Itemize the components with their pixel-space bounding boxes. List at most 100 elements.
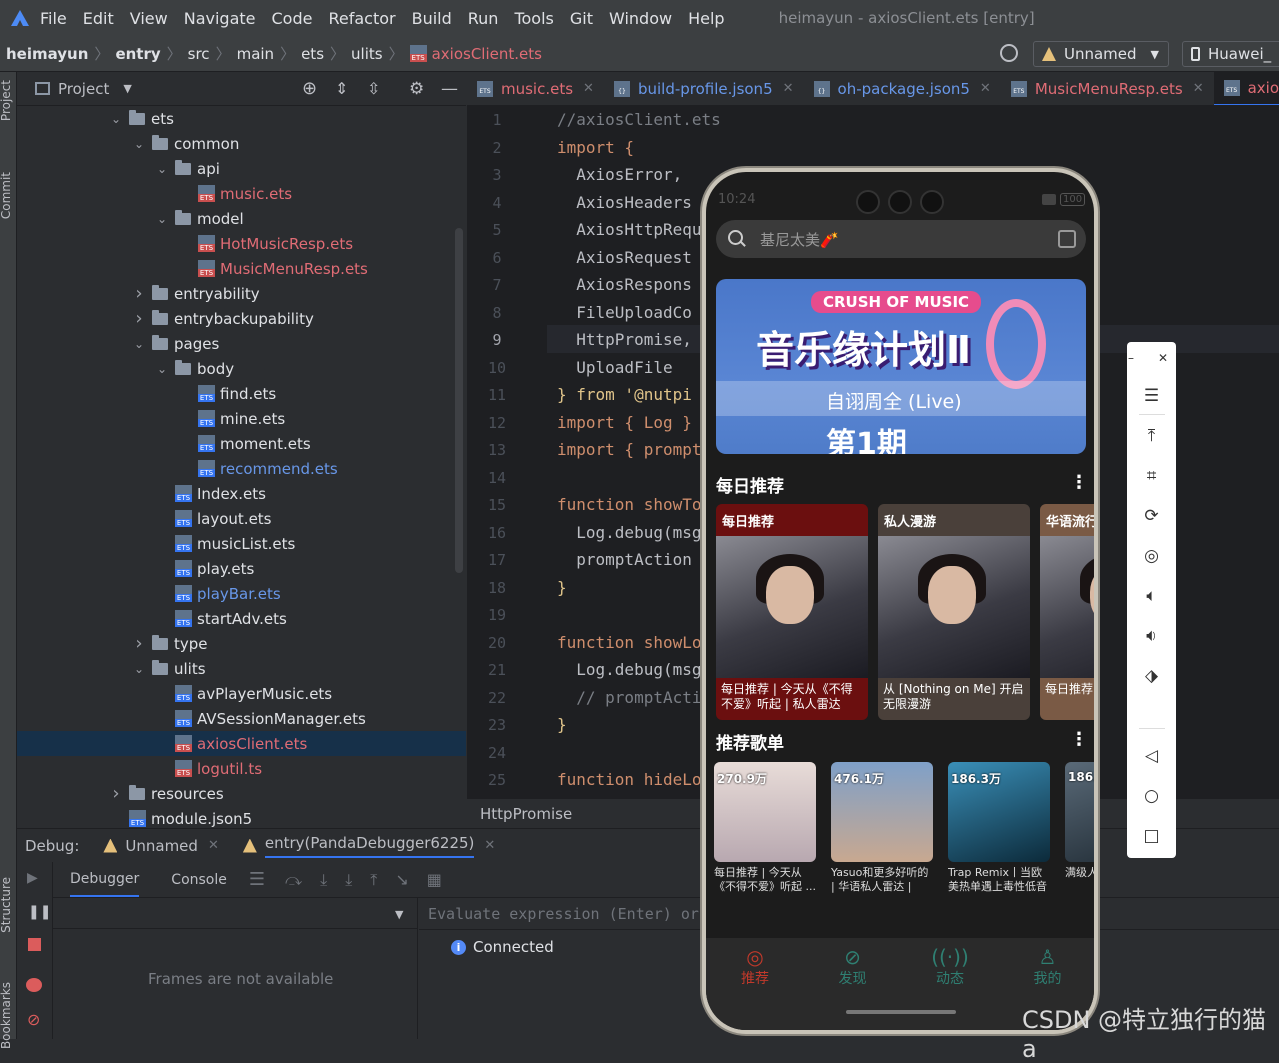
code-line[interactable]: AxiosHeaders [557,193,692,212]
tree-file[interactable]: Index.ets [17,481,466,506]
tab-moments[interactable]: ((·)) 动态 [911,944,989,998]
menu-navigate[interactable]: Navigate [184,9,256,28]
tree-file[interactable]: recommend.ets [17,456,466,481]
tree-file[interactable]: startAdv.ets [17,606,466,631]
tab-mine[interactable]: ♙ 我的 [1009,944,1087,998]
playlist-card[interactable]: 186.3 满级人备BGN [1065,762,1094,902]
expand-all-icon[interactable]: ⇕ [335,79,348,98]
breadcrumb-item[interactable]: entry [115,45,160,63]
search-input[interactable]: 基尼太美🧨 [716,220,1086,258]
chevron-right-icon[interactable]: › [132,633,146,654]
playlist-card[interactable]: 270.9万 每日推荐 | 今天从《不得不爱》听起 ... [714,762,816,902]
menu-view[interactable]: View [130,9,168,28]
code-line[interactable]: } from '@nutpi [557,385,692,404]
code-line[interactable]: // promptActi [557,688,701,707]
chevron-down-icon[interactable]: ▼ [123,82,131,95]
tree-folder[interactable]: ⌄ ets [17,106,466,131]
breadcrumb-item[interactable]: heimayun [6,45,88,63]
code-line[interactable]: Log.debug(msg [557,660,701,679]
volume-up-icon[interactable]: 🔈︎ [1127,584,1176,608]
daily-card[interactable]: 私人漫游从 [Nothing on Me] 开启无限漫游 [878,504,1030,720]
rotate-device-icon[interactable]: ⬗ [1127,664,1176,688]
menu-git[interactable]: Git [570,9,593,28]
screenshot-icon[interactable]: ◎ [1127,544,1176,568]
tree-scrollbar[interactable] [455,228,463,573]
home-indicator[interactable] [846,1010,956,1014]
tree-file[interactable]: play.ets [17,556,466,581]
tree-file[interactable]: logutil.ts [17,756,466,781]
menu-help[interactable]: Help [688,9,724,28]
step-out-icon[interactable]: ⤒ [370,870,377,890]
list-icon[interactable]: ☰ [249,869,265,890]
tree-folder[interactable]: ⌄ model [17,206,466,231]
locate-icon[interactable]: ⊕ [302,78,317,99]
code-line[interactable]: function showTo [557,495,702,514]
tree-folder[interactable]: ⌄ ulits [17,656,466,681]
project-tool-tab[interactable]: Project [0,80,13,121]
debug-session-tab[interactable]: Unnamed [125,837,198,855]
menu-window[interactable]: Window [609,9,672,28]
close-icon[interactable]: ✕ [1151,346,1175,370]
code-line[interactable]: Log.debug(msg [557,523,701,542]
more-icon[interactable]: ⋮ [1070,729,1088,750]
menu-refactor[interactable]: Refactor [328,9,395,28]
stop-icon[interactable] [28,938,41,951]
editor-tab[interactable]: {} oh-package.json5 ✕ [804,72,1001,105]
tree-file[interactable]: module.json5 [17,806,466,828]
menu-file[interactable]: File [40,9,67,28]
collapse-all-icon[interactable]: ⇳ [367,79,380,98]
breadcrumb-item[interactable]: src [188,45,210,63]
tree-folder[interactable]: › entryability [17,281,466,306]
more-icon[interactable]: ⋮ [1070,472,1088,493]
close-icon[interactable]: ✕ [583,81,594,96]
menu-tools[interactable]: Tools [514,9,553,28]
structure-tool-tab[interactable]: Structure [0,877,13,933]
volume-down-icon[interactable]: 🔉︎ [1127,624,1176,648]
code-line[interactable]: AxiosRequest [557,248,692,267]
crop-icon[interactable]: ⌗ [1127,464,1176,488]
tree-folder[interactable]: › resources [17,781,466,806]
breadcrumb-item[interactable]: ulits [351,45,383,63]
playlist-card[interactable]: 186.3万 Trap Remix丨当欧美热单遇上毒性低音 [948,762,1050,902]
tree-file[interactable]: avPlayerMusic.ets [17,681,466,706]
resume-icon[interactable]: ▶ [27,870,38,886]
run-config-dropdown[interactable]: Unnamed ▼ [1033,41,1169,67]
menu-run[interactable]: Run [468,9,499,28]
tab-recommend[interactable]: ◎ 推荐 [716,944,794,998]
tree-folder[interactable]: ⌄ common [17,131,466,156]
code-line[interactable]: import { Log } [557,413,692,432]
tree-file[interactable]: MusicMenuResp.ets [17,256,466,281]
chevron-right-icon[interactable]: › [109,783,123,804]
gear-icon[interactable]: ⚙ [409,79,424,99]
code-line[interactable]: function hideLo [557,770,702,789]
rotate-icon[interactable]: ⟳ [1127,504,1176,528]
code-line[interactable]: promptAction [557,550,692,569]
tab-discover[interactable]: ⊘ 发现 [814,944,892,998]
tree-file[interactable]: moment.ets [17,431,466,456]
pause-icon[interactable]: ❚❚ [28,904,51,920]
home-icon[interactable]: ○ [1127,784,1176,808]
close-icon[interactable]: ✕ [783,81,794,96]
code-line[interactable]: function showLo [557,633,702,652]
chevron-down-icon[interactable]: ⌄ [155,162,169,176]
recents-icon[interactable]: □ [1127,824,1176,848]
code-line[interactable]: import { [557,138,634,157]
editor-tab-active[interactable]: ETS axiosC [1213,72,1279,105]
tree-file[interactable]: playBar.ets [17,581,466,606]
tree-folder[interactable]: › type [17,631,466,656]
code-line[interactable]: HttpPromise, [557,330,692,349]
run-to-cursor-icon[interactable]: ↘ [395,870,408,889]
debug-session-tab-active[interactable]: entry(PandaDebugger6225) [264,834,475,858]
chevron-down-icon[interactable]: ⌄ [132,337,146,351]
step-over-icon[interactable]: ⤼ [285,870,302,890]
banner-carousel[interactable]: CRUSH OF MUSIC 音乐缘计划Ⅱ 自诩周全 (Live) 第1期 [716,279,1086,454]
mute-breakpoints-icon[interactable]: ⊘ [27,1010,40,1029]
chevron-down-icon[interactable]: ⌄ [155,212,169,226]
menu-edit[interactable]: Edit [83,9,114,28]
code-line[interactable]: FileUploadCo [557,303,692,322]
tree-folder[interactable]: › entrybackupability [17,306,466,331]
back-icon[interactable]: ◁ [1127,744,1176,768]
chevron-down-icon[interactable]: ⌄ [155,362,169,376]
tree-file[interactable]: layout.ets [17,506,466,531]
chevron-down-icon[interactable]: ⌄ [109,112,123,126]
